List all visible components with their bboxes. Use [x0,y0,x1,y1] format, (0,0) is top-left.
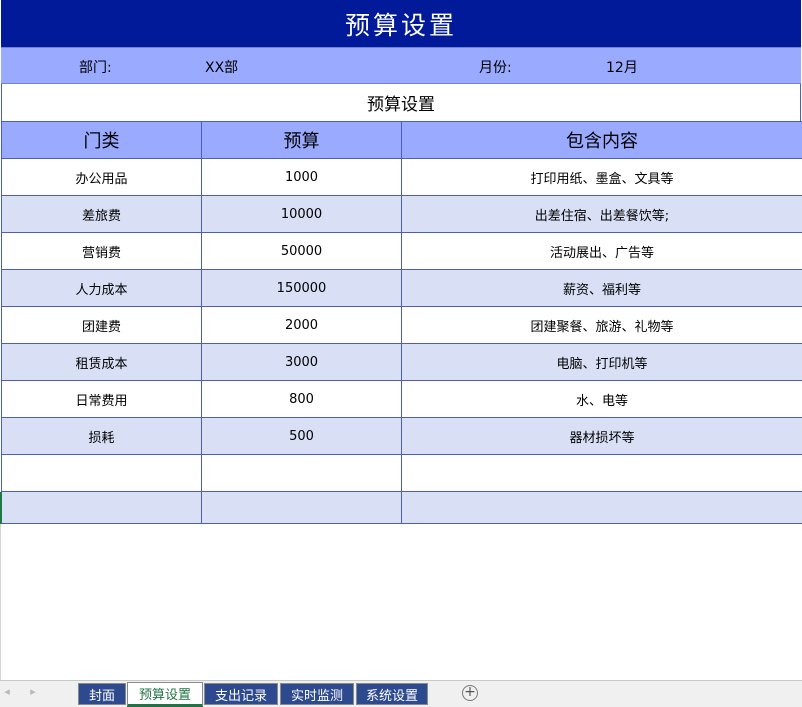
tab-scroll-right-icon[interactable]: ▸ [26,685,40,698]
category-cell[interactable] [1,454,202,492]
category-cell[interactable]: 办公用品 [1,158,202,196]
category-cell[interactable]: 差旅费 [1,195,202,233]
table-row [1,454,802,492]
contents-cell[interactable] [401,454,802,492]
category-cell[interactable] [1,491,202,524]
header-category[interactable]: 门类 [1,121,202,159]
table-row: 差旅费 10000 出差住宿、出差餐饮等; [1,195,802,233]
table-subtitle-text: 预算设置 [367,95,435,115]
contents-cell[interactable] [401,491,802,524]
sheet-title[interactable]: 预算设置 [1,0,801,47]
sheet-title-text: 预算设置 [344,10,457,40]
budget-cell[interactable]: 10000 [201,195,402,233]
contents-cell[interactable]: 薪资、福利等 [401,269,802,307]
category-cell[interactable]: 人力成本 [1,269,202,307]
tab-expense-records[interactable]: 支出记录 [204,683,278,705]
budget-cell[interactable]: 2000 [201,306,402,344]
add-sheet-icon[interactable]: + [462,685,478,701]
category-cell[interactable]: 团建费 [1,306,202,344]
budget-cell[interactable]: 1000 [201,158,402,196]
info-row: 部门: XX部 月份: 12月 [1,47,801,84]
contents-cell[interactable]: 器材损坏等 [401,417,802,455]
budget-cell[interactable]: 500 [201,417,402,455]
dept-value[interactable]: XX部 [205,57,238,77]
tab-system-settings[interactable]: 系统设置 [356,683,428,705]
contents-cell[interactable]: 水、电等 [401,380,802,418]
category-cell[interactable]: 日常费用 [1,380,202,418]
table-row: 团建费 2000 团建聚餐、旅游、礼物等 [1,306,802,344]
table-row: 租赁成本 3000 电脑、打印机等 [1,343,802,381]
table-row: 日常费用 800 水、电等 [1,380,802,418]
tab-label: 系统设置 [365,688,418,704]
budget-table: 门类 预算 包含内容 办公用品 1000 打印用纸、墨盒、文具等 差旅费 100… [1,121,802,524]
table-row: 损耗 500 器材损坏等 [1,417,802,455]
tab-budget-settings[interactable]: 预算设置 [127,682,203,707]
contents-cell[interactable]: 电脑、打印机等 [401,343,802,381]
contents-cell[interactable]: 打印用纸、墨盒、文具等 [401,158,802,196]
contents-cell[interactable]: 出差住宿、出差餐饮等; [401,195,802,233]
tab-label: 实时监测 [290,688,343,704]
category-cell[interactable]: 营销费 [1,232,202,270]
table-row [1,491,802,524]
tab-cover[interactable]: 封面 [78,683,126,705]
contents-cell[interactable]: 活动展出、广告等 [401,232,802,270]
table-row: 营销费 50000 活动展出、广告等 [1,232,802,270]
header-budget[interactable]: 预算 [201,121,402,159]
tab-label: 预算设置 [138,688,191,703]
category-cell[interactable]: 损耗 [1,417,202,455]
budget-cell[interactable] [201,491,402,524]
budget-cell[interactable]: 800 [201,380,402,418]
tab-label: 封面 [88,688,115,704]
table-row: 办公用品 1000 打印用纸、墨盒、文具等 [1,158,802,196]
contents-cell[interactable]: 团建聚餐、旅游、礼物等 [401,306,802,344]
month-value[interactable]: 12月 [606,57,638,77]
category-cell[interactable]: 租赁成本 [1,343,202,381]
budget-cell[interactable]: 150000 [201,269,402,307]
tab-scroll-left-icon[interactable]: ◂ [0,685,14,698]
table-subtitle[interactable]: 预算设置 [1,84,801,121]
table-header-row: 门类 预算 包含内容 [1,121,802,159]
budget-cell[interactable]: 3000 [201,343,402,381]
tab-realtime-monitor[interactable]: 实时监测 [280,683,354,705]
budget-cell[interactable] [201,454,402,492]
header-contents[interactable]: 包含内容 [401,121,802,159]
month-label[interactable]: 月份: [479,57,512,77]
active-cell-marker [0,492,2,524]
dept-label[interactable]: 部门: [79,57,112,77]
sheet-tab-bar: ◂ ▸ 封面 预算设置 支出记录 实时监测 系统设置 + [0,680,802,707]
spreadsheet-sheet: 预算设置 部门: XX部 月份: 12月 预算设置 门类 预算 包含内容 办公用… [0,0,802,707]
budget-cell[interactable]: 50000 [201,232,402,270]
tab-label: 支出记录 [214,688,267,704]
table-row: 人力成本 150000 薪资、福利等 [1,269,802,307]
row-gridline [0,524,1,680]
